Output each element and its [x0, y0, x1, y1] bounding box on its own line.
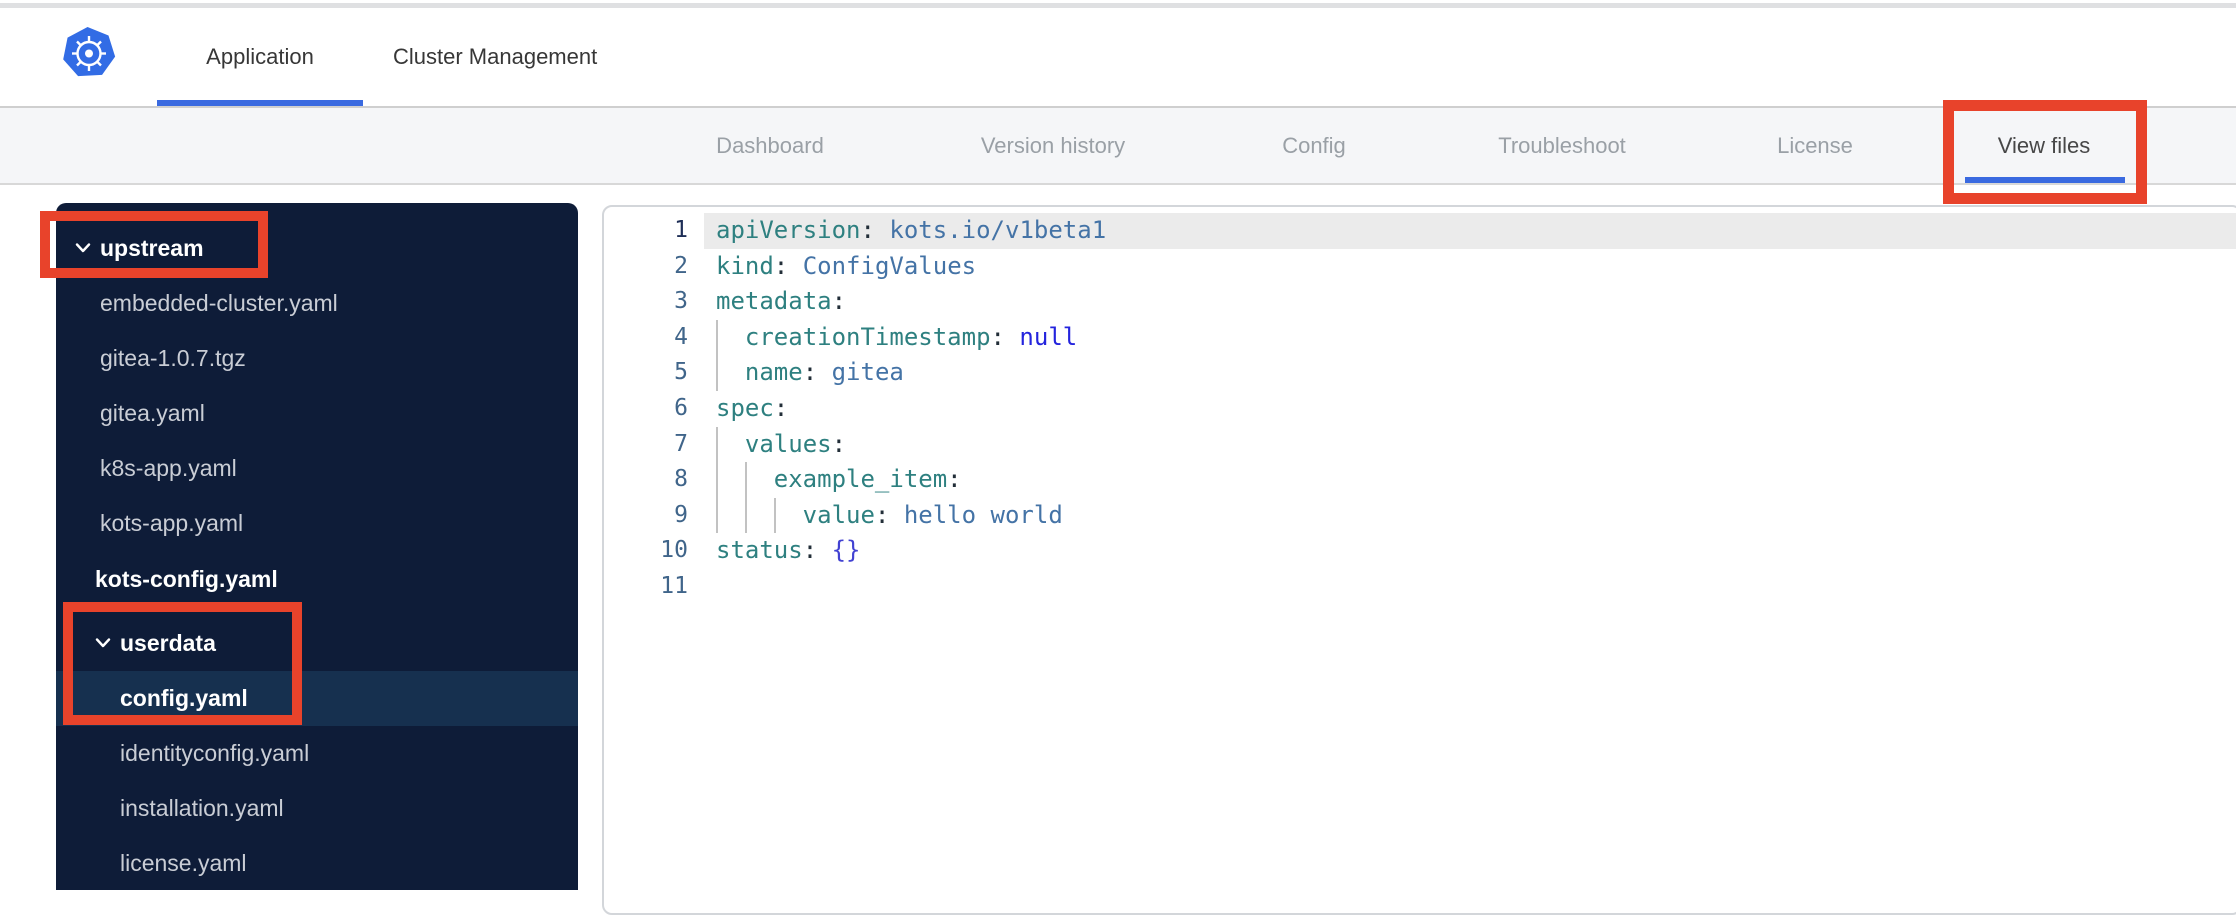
tree-file-identityconfig-yaml[interactable]: identityconfig.yaml — [56, 726, 578, 781]
tab-troubleshoot[interactable]: Troubleshoot — [1498, 108, 1626, 183]
code-text[interactable]: creationTimestamp: null — [704, 319, 2236, 356]
tab-dashboard[interactable]: Dashboard — [716, 108, 824, 183]
tree-item-label: config.yaml — [120, 685, 248, 711]
code-line-7: 7 values: — [604, 426, 2236, 463]
code-line-1: 1 apiVersion: kots.io/v1beta1 — [604, 213, 2236, 249]
file-tree: upstream embedded-cluster.yaml gitea-1.0.7… — [56, 203, 578, 890]
tree-folder-kots-config-yaml[interactable]: kots-config.yaml — [56, 551, 578, 607]
tree-file-installation-yaml[interactable]: installation.yaml — [56, 781, 578, 836]
indent-guide — [716, 355, 745, 391]
line-number: 1 — [674, 217, 688, 243]
tab-version-history[interactable]: Version history — [981, 108, 1125, 183]
tree-item-label: upstream — [100, 234, 204, 261]
line-number: 2 — [674, 252, 688, 279]
indent-guide — [744, 462, 774, 498]
tree-folder-upstream[interactable]: upstream — [56, 220, 578, 276]
tab-application[interactable]: Application — [157, 8, 363, 106]
code-line-11: 11 — [604, 569, 2236, 605]
line-number: 8 — [674, 466, 688, 493]
code-text[interactable] — [704, 569, 2236, 605]
code-line-9: 9 value: hello world — [604, 497, 2236, 534]
code-text[interactable]: status: {} — [704, 533, 2236, 569]
code-text[interactable]: values: — [704, 426, 2236, 463]
tab-config[interactable]: Config — [1282, 108, 1346, 183]
line-number: 10 — [660, 537, 688, 564]
indent-guide — [716, 497, 745, 534]
tree-item-label: gitea.yaml — [100, 400, 205, 426]
code-line-2: 2 kind: ConfigValues — [604, 249, 2236, 285]
indent-guide — [773, 497, 803, 534]
tree-item-label: installation.yaml — [120, 795, 284, 821]
indent-guide — [716, 319, 745, 356]
code-line-5: 5 name: gitea — [604, 355, 2236, 391]
line-number: 5 — [674, 359, 688, 386]
tree-folder-userdata[interactable]: userdata — [56, 615, 578, 671]
code-line-3: 3 metadata: — [604, 284, 2236, 320]
code-lines: 1 apiVersion: kots.io/v1beta1 2 kind: Confi… — [604, 213, 2236, 605]
code-editor[interactable]: 1 apiVersion: kots.io/v1beta1 2 kind: Confi… — [602, 205, 2236, 915]
code-text[interactable]: spec: — [704, 391, 2236, 427]
tree-item-label: license.yaml — [120, 850, 247, 876]
tree-item-label: k8s-app.yaml — [100, 455, 237, 481]
line-number: 9 — [674, 501, 688, 528]
tree-item-label: gitea-1.0.7.tgz — [100, 345, 246, 371]
tree-item-label: embedded-cluster.yaml — [100, 290, 338, 316]
tree-item-label: kots-app.yaml — [100, 510, 244, 536]
code-line-10: 10 status: {} — [604, 533, 2236, 569]
line-number: 3 — [674, 288, 688, 315]
code-text[interactable]: apiVersion: kots.io/v1beta1 — [704, 213, 2236, 249]
indent-guide — [716, 462, 745, 498]
indent-guide — [716, 426, 745, 463]
line-number: 6 — [674, 394, 688, 421]
chevron-down-icon — [75, 243, 91, 253]
tree-item-label: kots-config.yaml — [95, 565, 278, 592]
tree-item-label: identityconfig.yaml — [120, 740, 310, 766]
code-line-8: 8 example_item: — [604, 462, 2236, 498]
tab-view-files[interactable]: View files — [1998, 108, 2091, 183]
tree-file-config-yaml[interactable]: config.yaml — [56, 671, 578, 726]
tree-item-label: userdata — [120, 629, 216, 656]
kubernetes-logo-icon — [60, 26, 118, 84]
tree-file-gitea-1-0-7-tgz[interactable]: gitea-1.0.7.tgz — [56, 331, 578, 386]
tree-file-k8s-app-yaml[interactable]: k8s-app.yaml — [56, 441, 578, 496]
code-line-6: 6 spec: — [604, 391, 2236, 427]
code-text[interactable]: value: hello world — [704, 497, 2236, 534]
line-number: 4 — [674, 323, 688, 350]
app-header: Application Cluster Management — [0, 8, 2236, 106]
code-text[interactable]: name: gitea — [704, 355, 2236, 391]
code-text[interactable]: example_item: — [704, 462, 2236, 498]
tree-file-gitea-yaml[interactable]: gitea.yaml — [56, 386, 578, 441]
tab-license[interactable]: License — [1777, 108, 1853, 183]
code-text[interactable]: kind: ConfigValues — [704, 249, 2236, 285]
line-number: 11 — [660, 572, 688, 599]
tree-file-kots-app-yaml[interactable]: kots-app.yaml — [56, 496, 578, 551]
tree-file-license-yaml[interactable]: license.yaml — [56, 836, 578, 890]
indent-guide — [744, 497, 774, 534]
chevron-down-icon — [95, 638, 111, 648]
app-nav: Dashboard Version history Config Troublesho… — [0, 106, 2236, 185]
code-text[interactable]: metadata: — [704, 284, 2236, 320]
tab-cluster-management[interactable]: Cluster Management — [393, 8, 597, 106]
code-line-4: 4 creationTimestamp: null — [604, 319, 2236, 356]
line-number: 7 — [674, 430, 688, 457]
tree-file-embedded-cluster-yaml[interactable]: embedded-cluster.yaml — [56, 276, 578, 331]
